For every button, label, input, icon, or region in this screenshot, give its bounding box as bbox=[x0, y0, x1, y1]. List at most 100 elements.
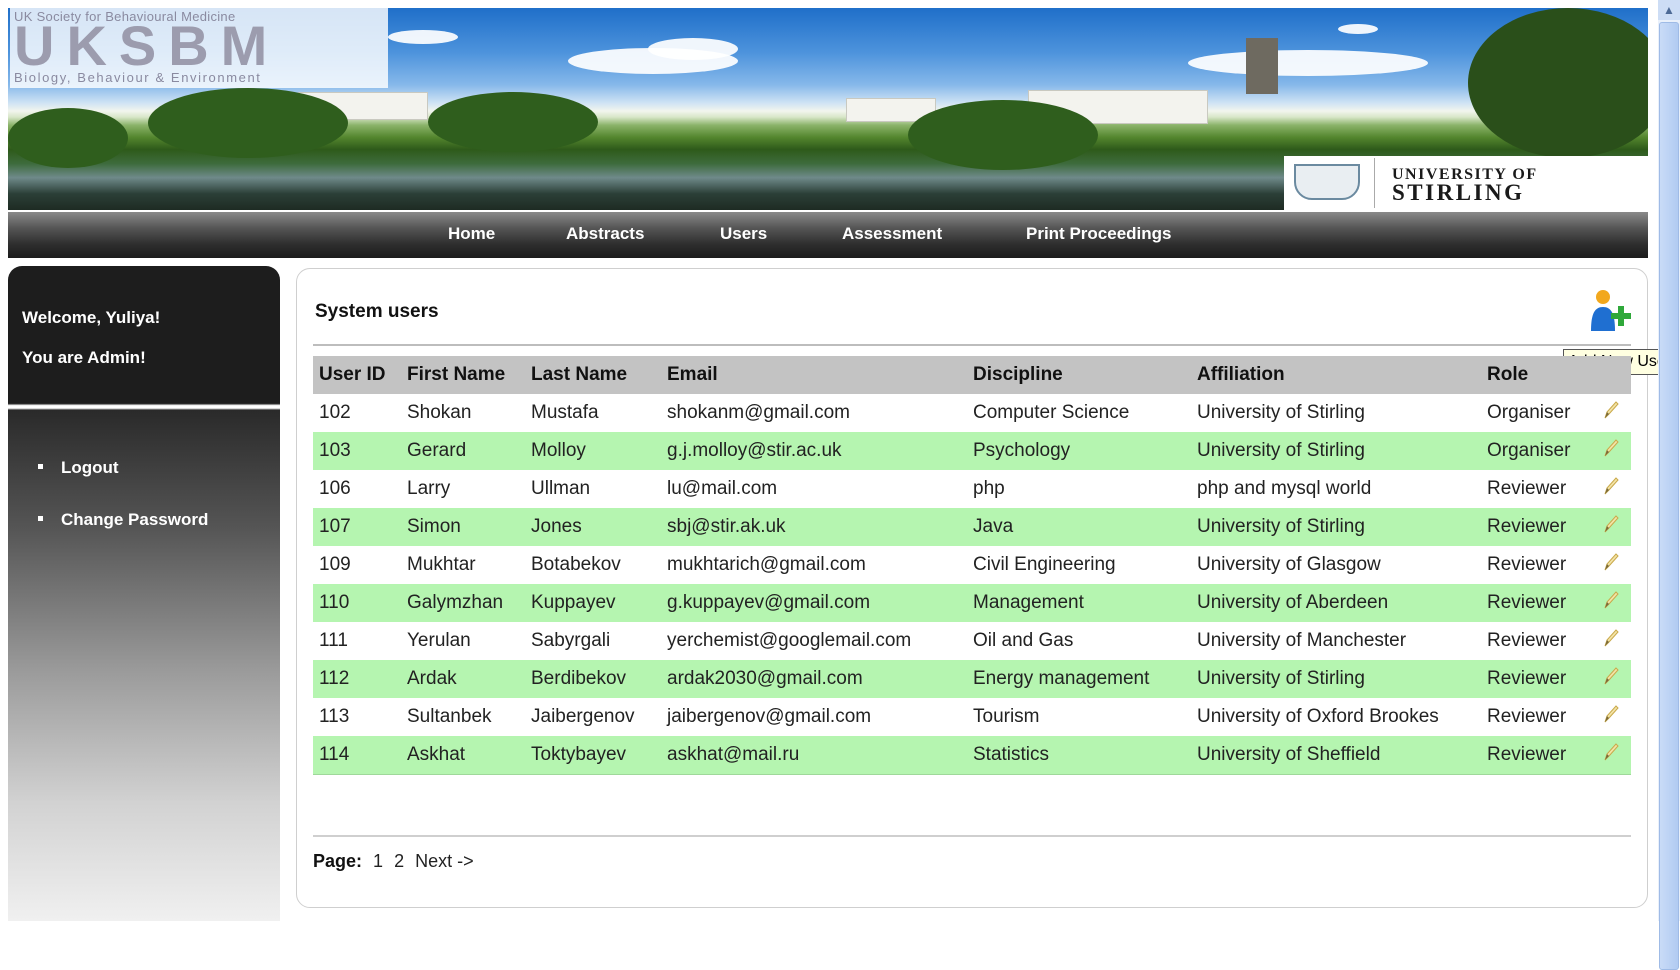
change-password-link[interactable]: Change Password bbox=[38, 510, 208, 530]
column-header[interactable]: First Name bbox=[401, 356, 525, 394]
nav-abstracts[interactable]: Abstracts bbox=[566, 224, 644, 244]
table-cell: g.kuppayev@gmail.com bbox=[661, 584, 967, 622]
table-cell: University of Oxford Brookes bbox=[1197, 706, 1439, 727]
pencil-icon[interactable] bbox=[1601, 399, 1621, 421]
table-cell: Berdibekov bbox=[525, 660, 661, 698]
pencil-icon[interactable] bbox=[1601, 703, 1621, 725]
table-row: 110 Galymzhan Kuppayev g.kuppayev@gmail.com… bbox=[313, 584, 1631, 622]
table-cell: Reviewer bbox=[1481, 660, 1595, 698]
divider bbox=[313, 835, 1631, 837]
table-cell: Ardak bbox=[401, 660, 525, 698]
table-row: 107 Simon Jones sbj@stir.ak.uk Java Universit… bbox=[313, 508, 1631, 546]
column-header[interactable]: User ID bbox=[313, 356, 401, 394]
table-cell: 107 bbox=[313, 508, 401, 546]
page-link-2[interactable]: 2 bbox=[394, 851, 404, 871]
table-cell: Oil and Gas bbox=[973, 630, 1074, 651]
next-page-link[interactable]: Next -> bbox=[415, 851, 474, 871]
table-cell: 112 bbox=[313, 660, 401, 698]
vertical-scrollbar[interactable]: ▲ bbox=[1658, 0, 1680, 970]
pencil-icon[interactable] bbox=[1601, 551, 1621, 573]
column-header[interactable]: Affiliation bbox=[1191, 356, 1481, 394]
pencil-icon[interactable] bbox=[1601, 665, 1621, 687]
edit-cell bbox=[1595, 546, 1631, 584]
bullet-icon bbox=[38, 516, 43, 522]
add-user-icon[interactable] bbox=[1585, 287, 1633, 337]
table-cell: yerchemist@googlemail.com bbox=[667, 630, 912, 651]
bullet-icon bbox=[38, 464, 43, 470]
pagination: Page: 1 2 Next -> bbox=[313, 851, 474, 872]
pencil-icon[interactable] bbox=[1601, 589, 1621, 611]
pencil-icon[interactable] bbox=[1601, 475, 1621, 497]
tree bbox=[8, 108, 128, 168]
tree bbox=[1468, 8, 1648, 158]
table-row: 109 Mukhtar Botabekov mukhtarich@gmail.com C… bbox=[313, 546, 1631, 584]
edit-cell bbox=[1595, 508, 1631, 546]
table-cell: University of Glasgow bbox=[1197, 554, 1381, 575]
edit-cell bbox=[1595, 394, 1631, 432]
divider bbox=[1374, 158, 1375, 208]
table-row: 103 Gerard Molloy g.j.molloy@stir.ac.uk Psyc… bbox=[313, 432, 1631, 470]
table-cell: Statistics bbox=[967, 736, 1191, 775]
role-message: You are Admin! bbox=[22, 348, 146, 367]
page-link-1[interactable]: 1 bbox=[373, 851, 383, 871]
table-cell: Reviewer bbox=[1487, 554, 1567, 575]
cloud bbox=[1338, 24, 1378, 34]
scroll-up-icon[interactable]: ▲ bbox=[1658, 0, 1680, 20]
table-cell: Mukhtar bbox=[407, 554, 476, 575]
table-cell: University of Sheffield bbox=[1191, 736, 1481, 775]
table-row: 111 Yerulan Sabyrgali yerchemist@googlemail… bbox=[313, 622, 1631, 660]
edit-cell bbox=[1595, 698, 1631, 736]
table-cell: Kuppayev bbox=[525, 584, 661, 622]
cloud bbox=[388, 30, 458, 44]
table-header-row: User ID First Name Last Name Email Disci… bbox=[313, 356, 1631, 394]
table-cell: University of Aberdeen bbox=[1191, 584, 1481, 622]
table-cell: Java bbox=[967, 508, 1191, 546]
table-cell: Reviewer bbox=[1481, 584, 1595, 622]
table-cell: University of Stirling bbox=[1191, 432, 1481, 470]
nav-users[interactable]: Users bbox=[720, 224, 767, 244]
column-header[interactable]: Last Name bbox=[525, 356, 661, 394]
table-cell: University of Stirling bbox=[1191, 660, 1481, 698]
nav-assessment[interactable]: Assessment bbox=[842, 224, 942, 244]
sidebar: Welcome, Yuliya! You are Admin! Logout C… bbox=[8, 266, 280, 921]
cloud bbox=[648, 38, 738, 60]
column-header[interactable]: Email bbox=[661, 356, 967, 394]
table-cell: Ullman bbox=[531, 478, 591, 499]
pencil-icon[interactable] bbox=[1601, 513, 1621, 535]
table-cell: jaibergenov@gmail.com bbox=[667, 706, 872, 727]
pencil-icon[interactable] bbox=[1601, 741, 1621, 763]
tree bbox=[908, 100, 1098, 170]
nav-home[interactable]: Home bbox=[448, 224, 495, 244]
table-cell: Jones bbox=[525, 508, 661, 546]
column-header-actions bbox=[1595, 356, 1631, 394]
table-cell: Galymzhan bbox=[401, 584, 525, 622]
logo-wordmark: UKSBM bbox=[14, 14, 280, 77]
edit-cell bbox=[1595, 470, 1631, 508]
header-banner: UK Society for Behavioural Medicine UKSB… bbox=[8, 8, 1648, 210]
table-row: 106 Larry Ullman lu@mail.com php php and mysq… bbox=[313, 470, 1631, 508]
logout-label: Logout bbox=[61, 458, 119, 477]
users-table: User ID First Name Last Name Email Disci… bbox=[313, 356, 1631, 775]
column-header[interactable]: Discipline bbox=[967, 356, 1191, 394]
table-cell: Gerard bbox=[401, 432, 525, 470]
pencil-icon[interactable] bbox=[1601, 627, 1621, 649]
table-cell: 110 bbox=[313, 584, 401, 622]
scrollbar-thumb[interactable] bbox=[1659, 22, 1679, 970]
table-cell: askhat@mail.ru bbox=[661, 736, 967, 775]
column-header[interactable]: Role bbox=[1481, 356, 1595, 394]
edit-cell bbox=[1595, 584, 1631, 622]
nav-print-proceedings[interactable]: Print Proceedings bbox=[1026, 224, 1171, 244]
table-cell: Yerulan bbox=[407, 630, 471, 651]
table-cell: Shokan bbox=[407, 402, 472, 423]
logout-link[interactable]: Logout bbox=[38, 458, 119, 478]
table-cell: 113 bbox=[319, 706, 350, 727]
table-cell: g.j.molloy@stir.ac.uk bbox=[661, 432, 967, 470]
table-cell: Simon bbox=[401, 508, 525, 546]
table-cell: Reviewer bbox=[1487, 630, 1567, 651]
table-row: 113 Sultanbek Jaibergenov jaibergenov@gmail… bbox=[313, 698, 1631, 736]
table-cell: 102 bbox=[319, 402, 351, 423]
table-cell: sbj@stir.ak.uk bbox=[661, 508, 967, 546]
pencil-icon[interactable] bbox=[1601, 437, 1621, 459]
welcome-message: Welcome, Yuliya! bbox=[22, 308, 161, 327]
table-cell: shokanm@gmail.com bbox=[667, 402, 850, 423]
